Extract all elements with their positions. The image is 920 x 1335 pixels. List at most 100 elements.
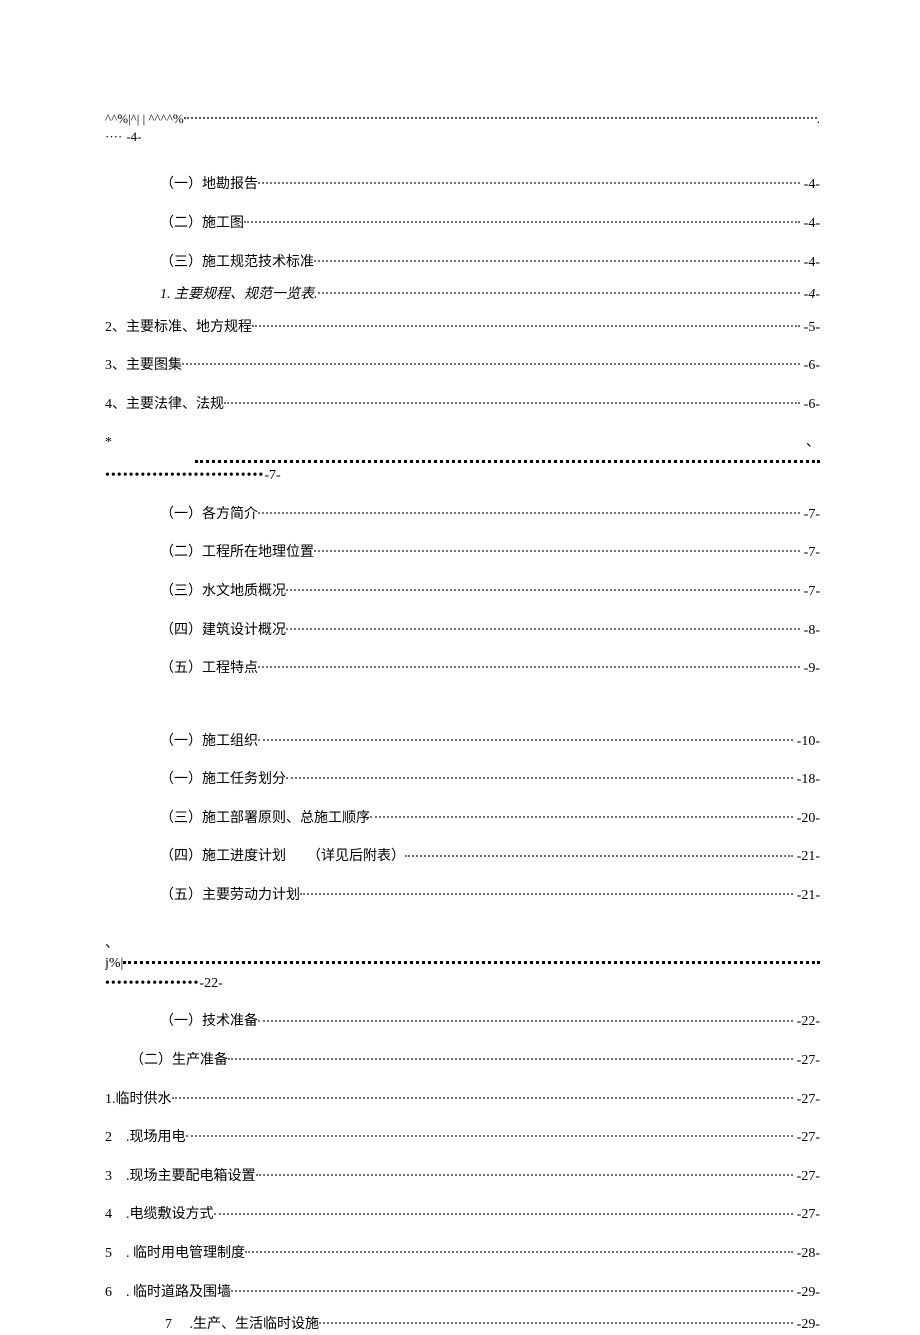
- leader-dots: [300, 885, 793, 899]
- toc-label: 1. 主要规程、规范一览表.: [160, 285, 318, 305]
- section-heavy-2: 、 j%| •••••••••••••••• -22-: [105, 934, 820, 994]
- toc-label: 7 .生产、生活临时设施: [165, 1315, 319, 1335]
- toc-page: -29-: [793, 1315, 820, 1335]
- leader-heavy: [123, 953, 820, 967]
- toc-row: （三）施工规范技术标准 -4-: [105, 252, 820, 273]
- toc-label: 1.临时供水: [105, 1090, 172, 1110]
- section-heavy-1: * 、 ••••••••••••••••••••••••••• -7-: [105, 433, 820, 486]
- toc-label: （一）技术准备: [160, 1012, 258, 1032]
- toc-label: （一）地勘报告: [160, 175, 258, 195]
- toc-row: 4 .电缆敷设方式 -27-: [105, 1204, 820, 1225]
- leader-dots: [319, 1314, 793, 1328]
- toc-row: 3、主要图集 -6-: [105, 355, 820, 376]
- toc-page: -4-: [800, 253, 820, 273]
- toc-page: -10-: [793, 732, 820, 752]
- toc-label: （三）施工规范技术标准: [160, 253, 314, 273]
- toc-page: -7-: [800, 582, 820, 602]
- leader-dots: [186, 1127, 793, 1141]
- toc-row: 1. 主要规程、规范一览表. -4-: [105, 284, 820, 305]
- leader-dots: [228, 1050, 793, 1064]
- toc-page: -7-: [800, 505, 820, 525]
- header-pre: ^^%|^| | ^^^^%: [105, 110, 184, 128]
- toc-page: -27-: [793, 1205, 820, 1225]
- leader-dots: [231, 1282, 793, 1296]
- toc-label: （二）施工图: [160, 214, 244, 234]
- toc-label: （二）生产准备: [130, 1051, 228, 1071]
- leader-dots: [224, 394, 800, 408]
- toc-page: -4-: [800, 214, 820, 234]
- toc-row: 4、主要法律、法规 -6-: [105, 394, 820, 415]
- leader-dots: [258, 174, 800, 188]
- toc-label: （四）建筑设计概况: [160, 621, 286, 641]
- leader-dots: [172, 1089, 793, 1103]
- toc-row: 2 .现场用电 -27-: [105, 1127, 820, 1148]
- toc-page: -6-: [800, 395, 820, 415]
- leader-dots: [405, 846, 793, 860]
- toc-page: -6-: [800, 356, 820, 376]
- header-garbled: ^^%|^| | ^^^^% . ···· -4-: [105, 110, 820, 146]
- leader-dots: [286, 620, 800, 634]
- toc-row: （一）施工任务划分 -18-: [105, 769, 820, 790]
- heavy-page: -7-: [264, 466, 280, 486]
- toc-row: （一）技术准备 -22-: [105, 1011, 820, 1032]
- toc-label: 6 . 临时道路及围墙: [105, 1283, 231, 1303]
- toc-row: （三）施工部署原则、总施工顺序 -20-: [105, 808, 820, 829]
- leader-dots: [258, 731, 793, 745]
- toc-label: （三）水文地质概况: [160, 582, 286, 602]
- leader-dots: [214, 1204, 793, 1218]
- toc-label: （三）施工部署原则、总施工顺序: [160, 809, 370, 829]
- leader-dots: [286, 581, 800, 595]
- toc-label: （五）主要劳动力计划: [160, 886, 300, 906]
- toc-page: -27-: [793, 1051, 820, 1071]
- toc-page: -20-: [793, 809, 820, 829]
- toc-label: 2、主要标准、地方规程: [105, 318, 252, 338]
- heavy2-pre: j%|: [105, 954, 123, 974]
- toc-row: （二）工程所在地理位置 -7-: [105, 542, 820, 563]
- toc-row: 7 .生产、生活临时设施 -29-: [105, 1314, 820, 1335]
- toc-label: 3、主要图集: [105, 356, 182, 376]
- star: *: [105, 433, 112, 453]
- toc-row: （五）主要劳动力计划 -21-: [105, 885, 820, 906]
- toc-row: 2、主要标准、地方规程 -5-: [105, 317, 820, 338]
- toc-row: （一）地勘报告 -4-: [105, 174, 820, 195]
- header-cont: ····: [105, 128, 122, 146]
- leader-dots: [245, 1243, 793, 1257]
- toc-page: -7-: [800, 543, 820, 563]
- leader-dots: [184, 110, 817, 123]
- leader-dots: [252, 317, 800, 331]
- toc-label: 5 . 临时用电管理制度: [105, 1244, 245, 1264]
- toc-row: （四）建筑设计概况 -8-: [105, 620, 820, 641]
- cont-dots: ••••••••••••••••: [105, 974, 199, 994]
- toc-page: -8-: [800, 621, 820, 641]
- tick: 、: [806, 433, 820, 453]
- toc-row: 3 .现场主要配电箱设置 -27-: [105, 1166, 820, 1187]
- toc-label: （二）工程所在地理位置: [160, 543, 314, 563]
- heavy-page: -22-: [199, 974, 222, 994]
- cont-dots: •••••••••••••••••••••••••••: [105, 466, 264, 486]
- toc-page: -29-: [793, 1283, 820, 1303]
- toc-label: 4、主要法律、法规: [105, 395, 224, 415]
- toc-page: -4-: [800, 285, 820, 305]
- toc-label: （一）各方简介: [160, 505, 258, 525]
- toc-row: （一）施工组织 -10-: [105, 731, 820, 752]
- toc-label: （四）施工进度计划 （详见后附表）: [160, 847, 405, 867]
- toc-label: （一）施工组织: [160, 732, 258, 752]
- leader-dots: [370, 808, 793, 822]
- toc-page: -4-: [800, 175, 820, 195]
- leader-dots: [258, 504, 800, 518]
- toc-label: 3 .现场主要配电箱设置: [105, 1167, 256, 1187]
- toc-row: （一）各方简介 -7-: [105, 504, 820, 525]
- toc-page: -21-: [793, 847, 820, 867]
- toc-label: （一）施工任务划分: [160, 770, 286, 790]
- leader-dots: [318, 284, 800, 298]
- leader-heavy: [195, 452, 820, 466]
- toc-row: （三）水文地质概况 -7-: [105, 581, 820, 602]
- toc-page: -18-: [793, 770, 820, 790]
- toc-page: -27-: [793, 1167, 820, 1187]
- toc-page: -5-: [800, 318, 820, 338]
- leader-dots: [244, 213, 800, 227]
- header-page: -4-: [122, 128, 141, 146]
- toc-page: -28-: [793, 1244, 820, 1264]
- toc-row: 1.临时供水 -27-: [105, 1089, 820, 1110]
- toc-label: （五）工程特点: [160, 659, 258, 679]
